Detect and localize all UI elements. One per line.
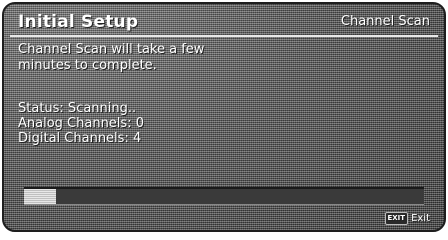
scan-status: Status: Scanning.. Analog Channels: 0 Di…: [18, 101, 144, 146]
header-divider: [10, 35, 438, 37]
exit-key-icon: EXIT: [384, 212, 409, 225]
header-bar: Initial Setup Channel Scan: [4, 4, 444, 37]
scan-progress-fill: [24, 189, 56, 204]
setup-screen: Initial Setup Channel Scan Channel Scan …: [2, 2, 446, 232]
message-line-2: minutes to complete.: [18, 58, 157, 73]
message-line-1: Channel Scan will take a few: [18, 42, 205, 57]
exit-hint[interactable]: EXIT Exit: [384, 212, 430, 225]
analog-channels-count: Analog Channels: 0: [18, 116, 144, 131]
scan-message: Channel Scan will take a few minutes to …: [18, 42, 204, 74]
digital-channels-count: Digital Channels: 4: [18, 131, 142, 146]
page-title: Initial Setup: [18, 12, 139, 32]
exit-label: Exit: [411, 213, 430, 224]
section-title: Channel Scan: [340, 14, 430, 29]
scan-progress-bar: [24, 187, 424, 205]
status-text: Status: Scanning..: [18, 101, 137, 116]
